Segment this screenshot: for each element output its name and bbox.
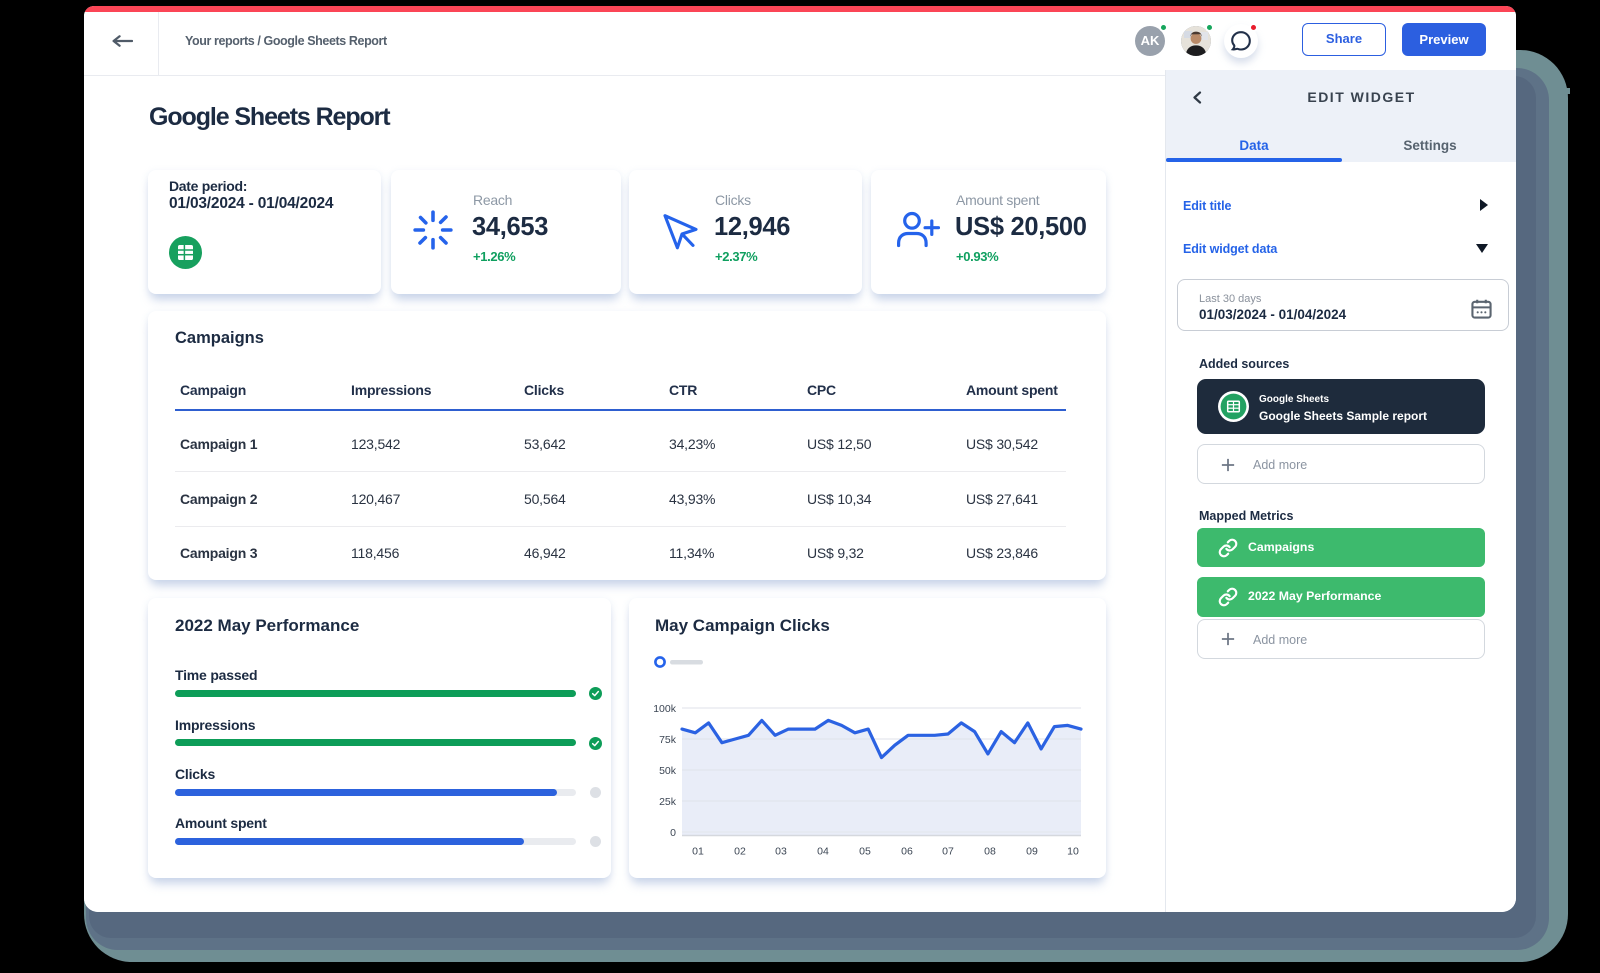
svg-text:04: 04: [817, 846, 829, 858]
svg-text:25k: 25k: [659, 796, 677, 808]
svg-text:06: 06: [901, 846, 913, 858]
svg-text:08: 08: [984, 846, 996, 858]
svg-text:75k: 75k: [659, 734, 677, 746]
svg-text:03: 03: [775, 846, 787, 858]
svg-text:09: 09: [1026, 846, 1038, 858]
svg-text:100k: 100k: [653, 703, 677, 715]
svg-text:0: 0: [670, 827, 676, 839]
svg-text:07: 07: [942, 846, 954, 858]
svg-text:50k: 50k: [659, 765, 677, 777]
svg-text:05: 05: [859, 846, 871, 858]
svg-text:10: 10: [1067, 846, 1079, 858]
svg-text:02: 02: [734, 846, 746, 858]
svg-text:01: 01: [692, 846, 704, 858]
